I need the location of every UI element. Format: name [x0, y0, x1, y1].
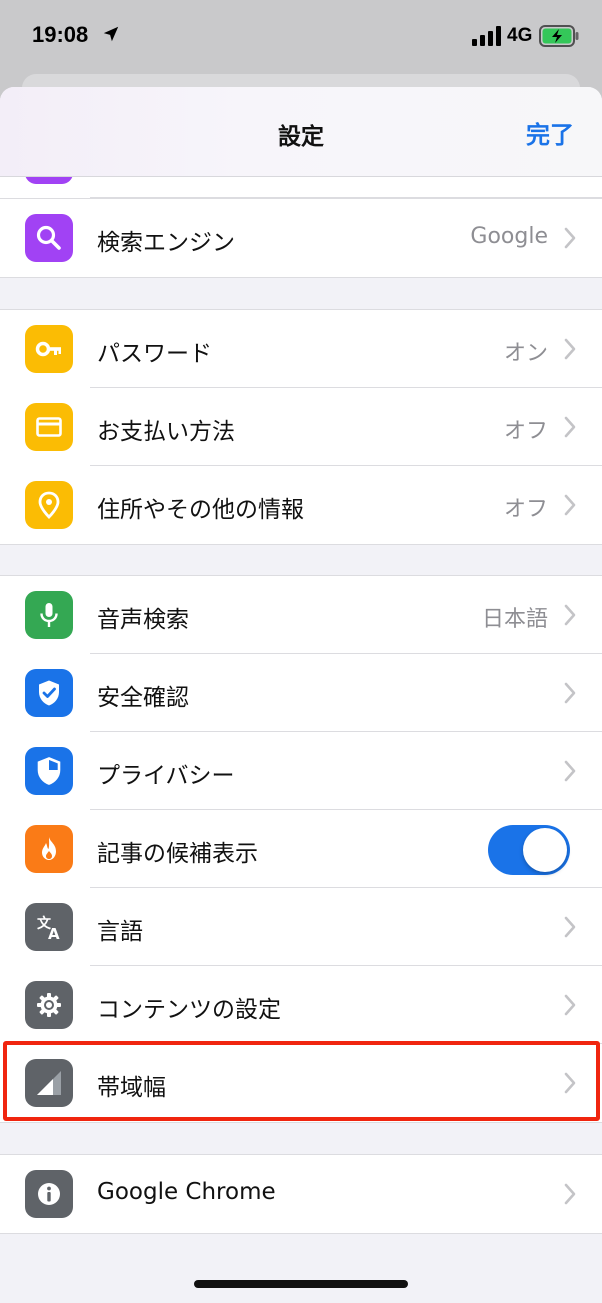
status-bar: 19:08 4G [0, 0, 602, 76]
row-label: コンテンツの設定 [97, 997, 281, 1023]
settings-row-google-chrome[interactable]: Google Chrome [0, 1155, 602, 1233]
row-label: お支払い方法 [97, 419, 235, 445]
settings-row-voice-search[interactable]: 音声検索 日本語 [0, 576, 602, 654]
credit-card-icon [25, 403, 73, 451]
row-label: Google Chrome [97, 1179, 276, 1205]
toggle-knob [523, 828, 567, 872]
battery-charging-icon [539, 25, 579, 47]
row-label: 安全確認 [97, 685, 189, 711]
chevron-right-icon [564, 604, 576, 626]
navigation-bar: 設定 完了 [0, 87, 602, 177]
about-group: Google Chrome [0, 1154, 602, 1234]
settings-row-content-settings[interactable]: コンテンツの設定 [0, 966, 602, 1044]
key-icon [25, 325, 73, 373]
page-title: 設定 [278, 124, 324, 150]
done-button[interactable]: 完了 [526, 115, 574, 150]
gear-icon [25, 981, 73, 1029]
chevron-right-icon [564, 916, 576, 938]
shield-half-icon [25, 747, 73, 795]
flame-icon [25, 825, 73, 873]
autofill-group: パスワード オン お支払い方法 オフ 住所やその他の情報 オフ [0, 309, 602, 545]
row-value: オン [503, 341, 548, 366]
settings-row-passwords[interactable]: パスワード オン [0, 310, 602, 388]
settings-row-search-engine[interactable]: 検索エンジン Google [0, 199, 602, 277]
settings-row-addresses[interactable]: 住所やその他の情報 オフ [0, 466, 602, 544]
location-pin-icon [25, 481, 73, 529]
search-group: 検索エンジン Google [0, 199, 602, 278]
settings-sheet: 設定 完了 検索エンジン Google パスワード オン お支払い方法 オフ 住… [0, 87, 602, 1303]
settings-row-bandwidth[interactable]: 帯域幅 [0, 1044, 602, 1122]
chevron-right-icon [564, 338, 576, 360]
row-label: プライバシー [97, 763, 235, 789]
settings-row-safety-check[interactable]: 安全確認 [0, 654, 602, 732]
chevron-right-icon [564, 682, 576, 704]
row-label: 言語 [97, 919, 143, 945]
chevron-right-icon [564, 1072, 576, 1094]
chevron-right-icon [564, 994, 576, 1016]
row-separator [90, 197, 602, 198]
svg-text:A: A [48, 925, 60, 942]
row-label: パスワード [97, 341, 212, 367]
chevron-right-icon [564, 494, 576, 516]
cellular-signal-icon [472, 26, 501, 46]
chevron-right-icon [564, 760, 576, 782]
row-label: 検索エンジン [97, 230, 235, 256]
row-label: 音声検索 [97, 607, 189, 633]
row-label: 記事の候補表示 [97, 841, 258, 867]
general-group: 音声検索 日本語 安全確認 プライバシー 記事の候補表示 文 A 言語 コンテン… [0, 575, 602, 1123]
settings-row-article-suggestions: 記事の候補表示 [0, 810, 602, 888]
location-arrow-icon [103, 26, 119, 42]
search-icon [25, 214, 73, 262]
signal-strength-icon [25, 1059, 73, 1107]
status-time: 19:08 [32, 22, 89, 47]
chevron-right-icon [564, 227, 576, 249]
article-suggestions-toggle[interactable] [488, 825, 570, 875]
row-value: オフ [503, 497, 548, 522]
settings-row-payment-methods[interactable]: お支払い方法 オフ [0, 388, 602, 466]
translate-icon: 文A [25, 903, 73, 951]
row-value: 日本語 [481, 607, 548, 632]
chevron-right-icon [564, 1183, 576, 1205]
row-value: オフ [503, 419, 548, 444]
row-label: 住所やその他の情報 [97, 497, 304, 523]
network-type: 4G [507, 25, 533, 46]
microphone-icon [25, 591, 73, 639]
row-label: 帯域幅 [97, 1075, 166, 1101]
row-value: Google [470, 224, 548, 249]
chevron-right-icon [564, 416, 576, 438]
settings-row-privacy[interactable]: プライバシー [0, 732, 602, 810]
settings-row-languages[interactable]: 文A 言語 [0, 888, 602, 966]
info-icon [25, 1170, 73, 1218]
home-indicator[interactable] [194, 1280, 408, 1288]
shield-check-icon [25, 669, 73, 717]
